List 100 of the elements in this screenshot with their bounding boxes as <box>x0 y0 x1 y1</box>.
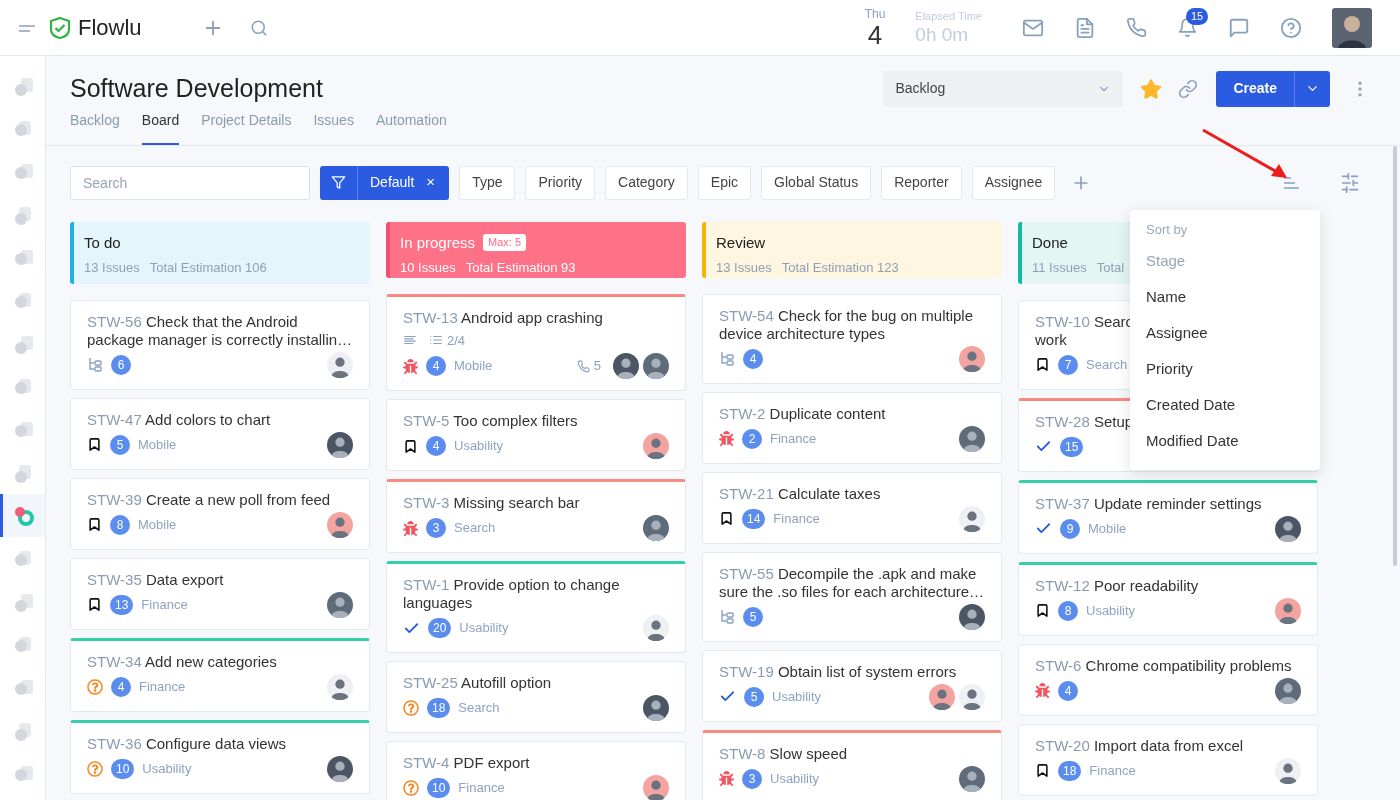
search-field[interactable]: Search <box>70 165 310 200</box>
issue-card[interactable]: STW-21 Calculate taxes 14 Finance <box>702 471 1002 544</box>
filter-chip[interactable]: Type <box>459 165 516 200</box>
issue-card[interactable]: STW-34 Add new categories 4 Finance <box>70 637 370 712</box>
filter-chip[interactable]: Assignee <box>971 165 1056 200</box>
bookmark-icon <box>1035 603 1050 618</box>
filter-chip[interactable]: Priority <box>525 165 596 200</box>
filter-chip[interactable]: Epic <box>697 165 752 200</box>
question-icon <box>403 780 419 796</box>
issue-card[interactable]: STW-8 Slow speed 3 Usability <box>702 729 1002 800</box>
menu-item[interactable]: Priority <box>1130 351 1320 388</box>
issue-card[interactable]: STW-37 Update reminder settings 9 Mobile <box>1018 479 1318 554</box>
estimate-badge: 10 <box>111 758 135 779</box>
issue-title: STW-25 Autofill option <box>403 674 552 692</box>
elapsed-label: Elapsed Time <box>915 8 982 23</box>
estimate-badge: 2 <box>742 428 762 449</box>
bookmark-icon <box>403 438 418 454</box>
subtasks-icon <box>719 608 735 625</box>
estimate-badge: 15 <box>1060 436 1084 457</box>
menu-item[interactable]: Modified Date <box>1130 423 1320 460</box>
total-estimation: Total <box>1096 259 1125 277</box>
category-label: Mobile <box>138 515 177 534</box>
category-label: Search <box>454 519 496 538</box>
issue-title: STW-8 Slow speed <box>719 744 848 763</box>
bookmark-icon <box>87 437 102 452</box>
day-number: 4 <box>867 20 883 49</box>
issue-card[interactable]: STW-1 Provide option to change languages 20 Usability <box>386 561 686 653</box>
issue-card[interactable]: STW-36 Configure data views 10 Usability <box>70 719 370 794</box>
elapsed-time: 0h 0m <box>915 22 970 47</box>
issue-title: STW-3 Missing search bar <box>403 494 580 512</box>
category-label: Usability <box>1086 601 1136 620</box>
issue-title: STW-4 PDF export <box>403 754 530 772</box>
issue-title: STW-1 Provide option to change languages <box>403 576 621 612</box>
issue-card[interactable]: STW-39 Create a new poll from feed 8 Mobile <box>70 477 370 550</box>
issue-card[interactable]: STW-12 Poor readability 8 Usability <box>1018 561 1318 636</box>
issue-card[interactable]: STW-54 Check for the bug on multiple device architecture types 4 <box>702 293 1002 384</box>
category-label: Usability <box>772 687 822 706</box>
subtasks-icon <box>719 350 735 367</box>
help-icon[interactable] <box>1280 16 1302 39</box>
estimate-badge: 4 <box>426 356 446 376</box>
estimate-badge: 5 <box>743 606 763 627</box>
issue-card[interactable]: STW-25 Autofill option 18 Search <box>386 661 686 733</box>
tab[interactable]: Board <box>141 109 180 145</box>
issue-card[interactable]: STW-3 Missing search bar 3 Search <box>386 479 686 553</box>
estimate-badge: 10 <box>427 778 451 798</box>
module-icon[interactable] <box>0 494 45 537</box>
issue-card[interactable]: STW-5 Too complex filters 4 Usability <box>386 399 686 471</box>
settings-icon[interactable] <box>1340 172 1360 193</box>
menu-icon[interactable] <box>18 22 36 33</box>
estimate-badge: 13 <box>110 594 134 615</box>
limit-badge: Max: 5 <box>483 234 527 252</box>
view-select[interactable]: Backlog <box>883 70 1124 107</box>
issue-title: STW-20 Import data from excel <box>1035 736 1244 755</box>
menu-item[interactable]: Created Date <box>1130 387 1320 424</box>
estimate-badge: 4 <box>1058 680 1078 701</box>
issue-title: STW-56 Check that the Android package manager is correctly installin… <box>87 312 353 349</box>
column-title: Done <box>1032 232 1068 253</box>
search-icon[interactable] <box>249 18 268 37</box>
notes-icon[interactable] <box>1074 16 1096 39</box>
estimate-badge: 7 <box>1058 354 1078 375</box>
total-estimation: Total Estimation 93 <box>465 259 576 277</box>
issue-card[interactable]: STW-13 Android app crashing 2/4 4 Mobile 5 <box>386 293 686 391</box>
issue-card[interactable]: STW-6 Chrome compatibility problems 4 <box>1018 643 1318 716</box>
bookmark-icon <box>1035 357 1050 372</box>
filter-chip[interactable]: Category <box>605 165 688 200</box>
filter-chip[interactable]: Reporter <box>881 165 962 200</box>
category-label: Finance <box>141 595 188 614</box>
issue-card[interactable]: STW-35 Data export 13 Finance <box>70 557 370 630</box>
clear-filter-button[interactable]: × <box>426 165 450 200</box>
issue-card[interactable]: STW-56 Check that the Android package manager is correctly installin… 6 <box>70 299 370 390</box>
chat-icon[interactable] <box>1228 16 1250 39</box>
issue-title: STW-12 Poor readability <box>1035 576 1199 595</box>
category-label: Finance <box>139 677 186 696</box>
estimate-badge: 4 <box>743 348 763 369</box>
bookmark-icon <box>1035 763 1050 778</box>
star-icon[interactable] <box>1140 77 1163 100</box>
issue-title: STW-55 Decompile the .apk and make sure the .so files for each architecture… <box>719 564 985 601</box>
issue-card[interactable]: STW-20 Import data from excel 18 Finance <box>1018 723 1318 796</box>
user-avatar[interactable] <box>1332 7 1372 48</box>
link-icon[interactable] <box>1178 78 1199 99</box>
preset-filter[interactable]: Default <box>358 165 427 200</box>
sort-icon[interactable] <box>1282 175 1300 190</box>
filter-chip[interactable]: Global Status <box>761 165 872 200</box>
estimate-badge: 18 <box>427 698 451 718</box>
category-label: Usability <box>142 759 192 778</box>
issue-card[interactable]: STW-47 Add colors to chart 5 Mobile <box>70 397 370 470</box>
app-name: Flowlu <box>78 14 142 42</box>
issue-title: STW-2 Duplicate content <box>719 404 886 423</box>
estimate-badge: 9 <box>1060 518 1080 539</box>
scrollbar[interactable] <box>1393 146 1397 566</box>
category-label: Search <box>458 699 500 718</box>
issue-card[interactable]: STW-55 Decompile the .apk and make sure the .so files for each architecture… 5 <box>702 551 1002 642</box>
issue-card[interactable]: STW-4 PDF export 10 Finance <box>386 741 686 800</box>
issue-card[interactable]: STW-2 Duplicate content 2 Finance <box>702 391 1002 464</box>
issue-card[interactable]: STW-19 Obtain list of system errors 5 Usability <box>702 649 1002 722</box>
phone-icon[interactable] <box>1126 17 1147 38</box>
category-label: Mobile <box>138 435 177 454</box>
issue-title: STW-35 Data export <box>87 570 224 589</box>
bookmark-icon <box>87 517 102 532</box>
estimate-badge: 14 <box>742 508 766 529</box>
